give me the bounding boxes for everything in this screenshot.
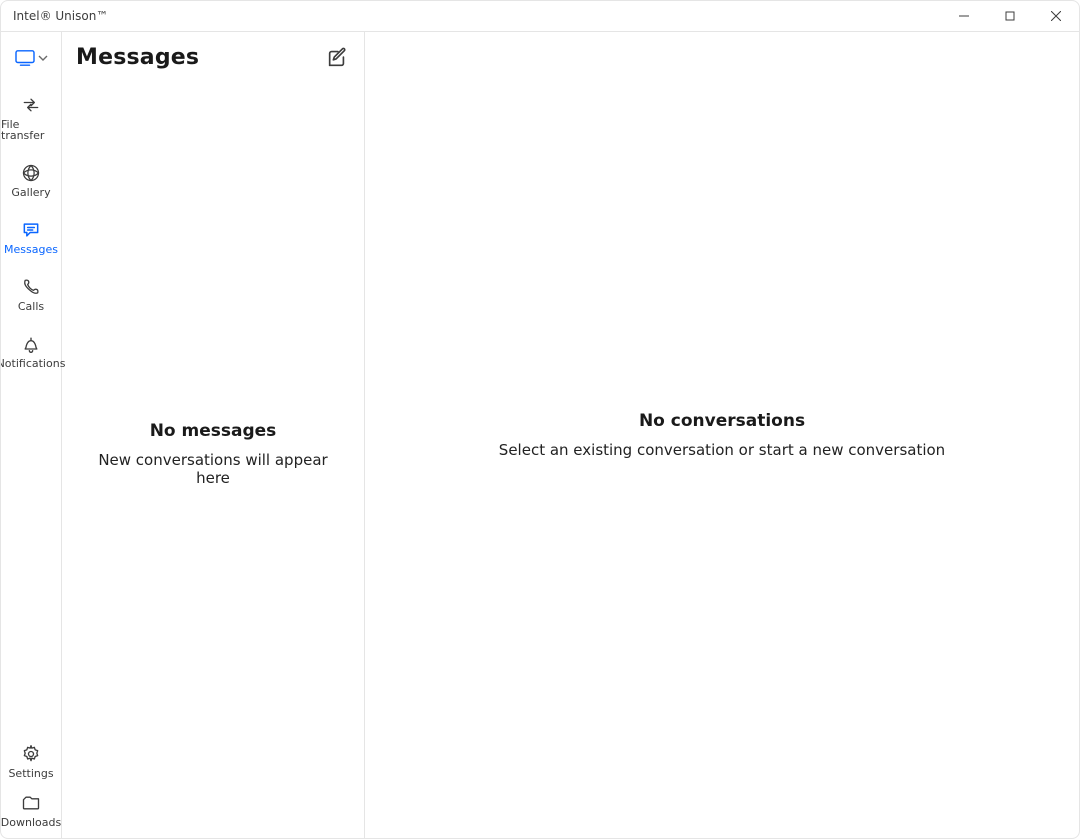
minimize-icon [959, 11, 969, 21]
maximize-icon [1005, 11, 1015, 21]
messages-list-panel: Messages No messages New conversations w… [62, 31, 365, 838]
conversation-empty-subtitle: Select an existing conversation or start… [499, 441, 945, 459]
messages-empty-subtitle: New conversations will appear here [82, 451, 344, 487]
sidebar-item-messages[interactable]: Messages [1, 220, 61, 255]
conversation-empty-title: No conversations [639, 411, 805, 431]
sidebar-item-label: Gallery [11, 187, 50, 198]
sidebar-item-notifications[interactable]: Notifications [1, 334, 61, 369]
downloads-icon [21, 793, 41, 813]
sidebar: File transfer Gallery [1, 31, 62, 838]
sidebar-item-label: Notifications [0, 358, 65, 369]
chevron-down-icon [38, 53, 48, 63]
device-selector[interactable] [14, 49, 48, 67]
notifications-icon [21, 334, 41, 354]
sidebar-item-calls[interactable]: Calls [1, 277, 61, 312]
sidebar-item-file-transfer[interactable]: File transfer [1, 95, 61, 141]
messages-empty-state: No messages New conversations will appea… [62, 70, 364, 838]
conversation-empty-state: No conversations Select an existing conv… [365, 31, 1079, 838]
close-button[interactable] [1033, 1, 1079, 31]
sidebar-item-downloads[interactable]: Downloads [1, 793, 61, 828]
maximize-button[interactable] [987, 1, 1033, 31]
gallery-icon [21, 163, 41, 183]
sidebar-item-label: Messages [4, 244, 58, 255]
sidebar-nav-bottom: Settings Downloads [1, 744, 61, 828]
window-title: Intel® Unison™ [1, 1, 108, 31]
monitor-icon [14, 49, 36, 67]
messages-list-header: Messages [62, 31, 364, 70]
calls-icon [21, 277, 41, 297]
compose-button[interactable] [326, 47, 348, 69]
sidebar-item-label: Calls [18, 301, 44, 312]
messages-title: Messages [76, 45, 199, 70]
minimize-button[interactable] [941, 1, 987, 31]
compose-icon [326, 47, 348, 69]
messages-empty-title: No messages [150, 421, 277, 441]
titlebar: Intel® Unison™ [1, 1, 1079, 32]
sidebar-item-gallery[interactable]: Gallery [1, 163, 61, 198]
conversation-panel: No conversations Select an existing conv… [365, 31, 1079, 838]
window-controls [941, 1, 1079, 31]
sidebar-item-label: Downloads [1, 817, 61, 828]
settings-icon [21, 744, 41, 764]
messages-icon [21, 220, 41, 240]
sidebar-nav: File transfer Gallery [1, 95, 61, 369]
close-icon [1051, 11, 1061, 21]
sidebar-item-label: Settings [8, 768, 53, 779]
sidebar-item-label: File transfer [1, 119, 61, 141]
file-transfer-icon [21, 95, 41, 115]
sidebar-item-settings[interactable]: Settings [1, 744, 61, 779]
app-body: File transfer Gallery [1, 31, 1079, 838]
app-window: Intel® Unison™ [0, 0, 1080, 839]
